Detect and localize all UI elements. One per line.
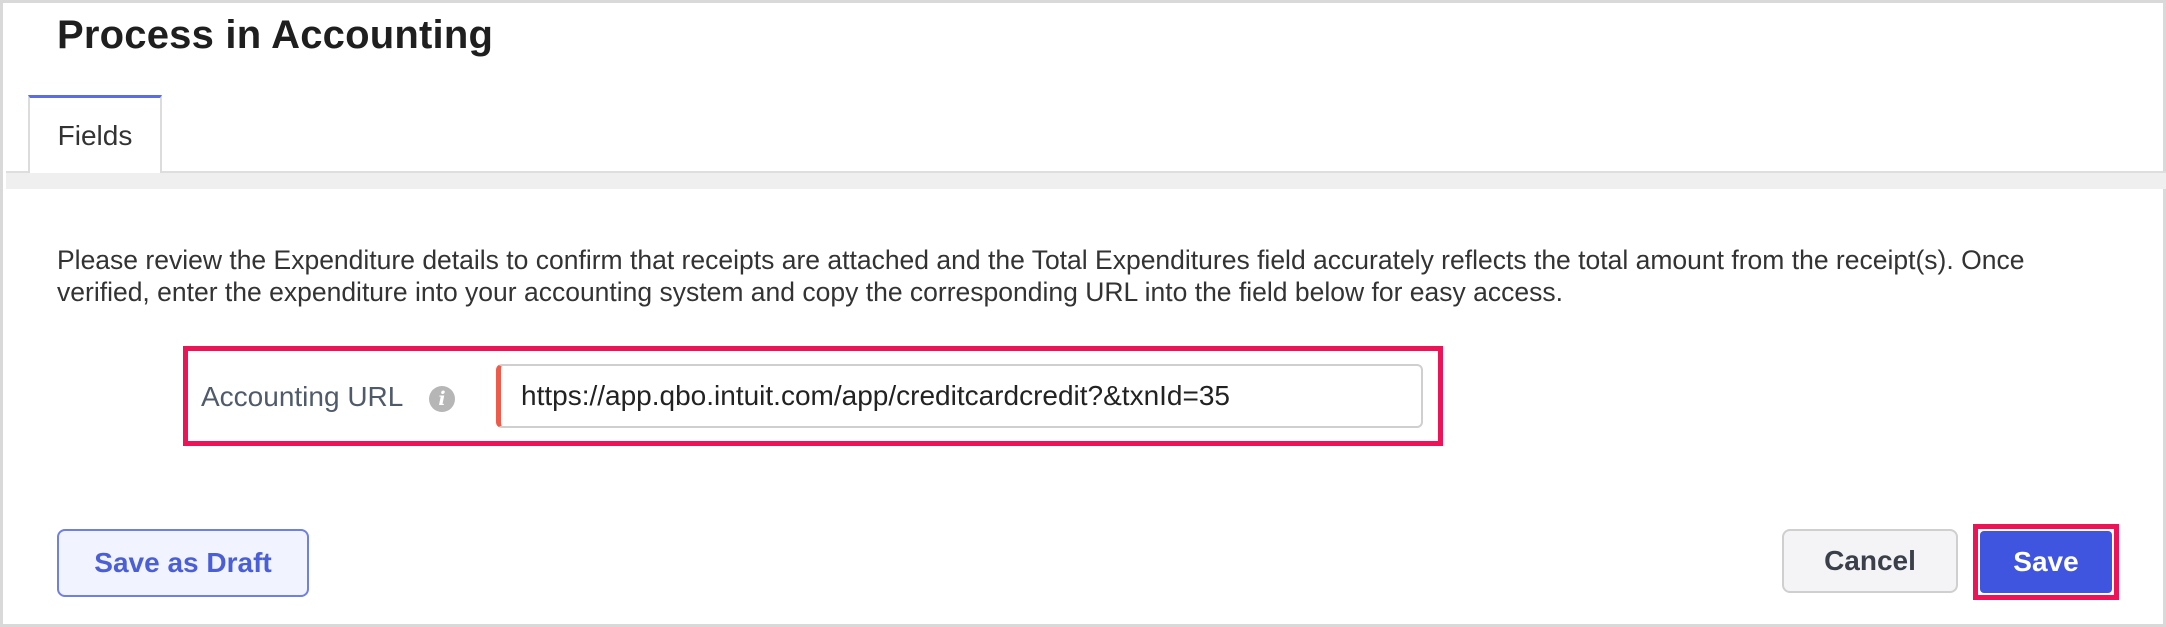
section-divider bbox=[6, 173, 2166, 189]
process-in-accounting-panel: Process in Accounting Fields Please revi… bbox=[0, 0, 2166, 627]
accounting-url-input[interactable] bbox=[496, 364, 1423, 428]
tab-fields[interactable]: Fields bbox=[28, 95, 162, 173]
cancel-button[interactable]: Cancel bbox=[1782, 529, 1958, 593]
instructions-text: Please review the Expenditure details to… bbox=[57, 245, 2025, 307]
save-button[interactable]: Save bbox=[1980, 531, 2112, 593]
page-title: Process in Accounting bbox=[57, 13, 494, 57]
save-as-draft-button[interactable]: Save as Draft bbox=[57, 529, 309, 597]
accounting-url-label: Accounting URL bbox=[201, 381, 404, 412]
info-icon[interactable]: i bbox=[429, 386, 455, 412]
